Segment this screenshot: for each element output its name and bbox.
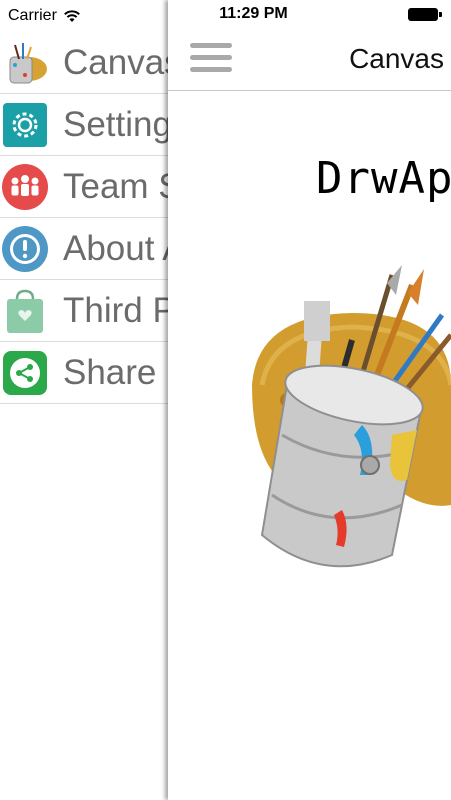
battery-icon xyxy=(408,8,442,21)
drawer-item-label: Canvas xyxy=(63,42,182,82)
nav-title: Canvas xyxy=(349,43,444,74)
shopping-bag-icon xyxy=(0,285,51,337)
team-icon xyxy=(0,161,51,213)
main-panel[interactable]: 11:29 PM Canvas DrwAp xyxy=(168,0,451,800)
drawer-item-label: Team S xyxy=(63,166,182,206)
info-icon xyxy=(0,223,51,275)
status-time: 11:29 PM xyxy=(219,5,288,22)
carrier-label: Carrier xyxy=(8,7,57,24)
status-bar-left: Carrier xyxy=(8,6,81,26)
wifi-icon xyxy=(63,10,80,22)
navigation-bar: Canvas xyxy=(168,30,451,91)
app-title: DrwAp xyxy=(316,153,451,204)
hamburger-menu-button[interactable] xyxy=(190,43,232,73)
paint-bucket-palette-illustration xyxy=(252,265,451,568)
share-icon xyxy=(0,347,51,399)
drawer-item-label: Third P xyxy=(63,290,176,330)
drawer-item-label: Share xyxy=(63,352,157,392)
settings-gear-icon xyxy=(0,99,51,151)
paint-bucket-icon xyxy=(0,37,51,89)
